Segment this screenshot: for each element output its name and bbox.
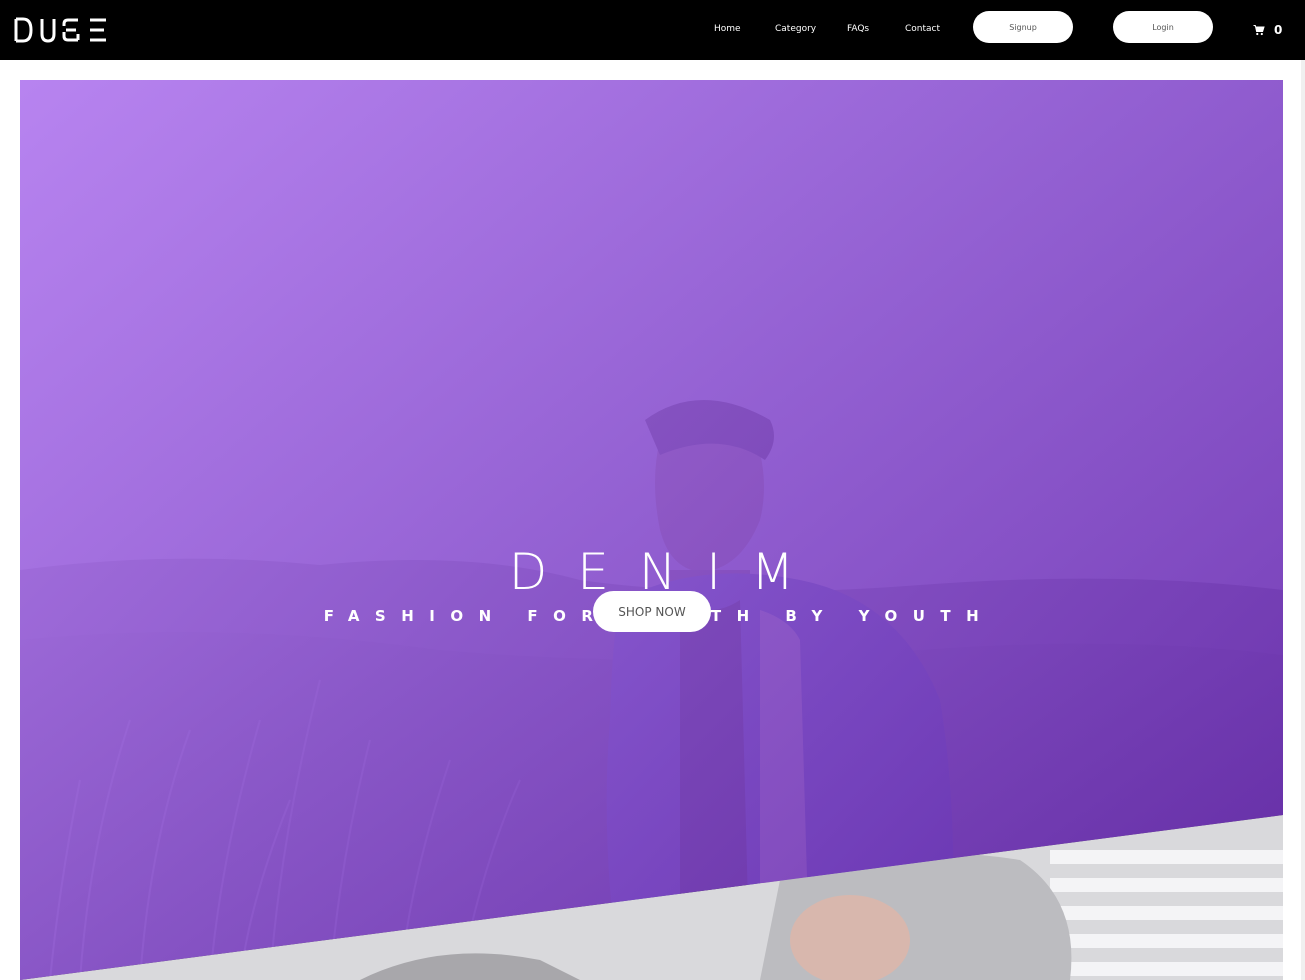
signup-button[interactable]: Signup bbox=[973, 11, 1073, 43]
nav-link-home[interactable]: Home bbox=[714, 22, 741, 36]
login-button[interactable]: Login bbox=[1113, 11, 1213, 43]
hero-banner: DENIM FASHION FOR YOUTH BY YOUTH bbox=[20, 80, 1283, 980]
nav-link-faqs[interactable]: FAQs bbox=[847, 22, 869, 36]
top-navbar: Home Category FAQs Contact Signup Login … bbox=[0, 0, 1305, 60]
duse-logo-mark bbox=[14, 17, 106, 43]
duse-logo[interactable] bbox=[14, 14, 110, 46]
nav-link-contact[interactable]: Contact bbox=[905, 22, 940, 36]
shop-now-button[interactable]: SHOP NOW bbox=[593, 591, 711, 632]
shopping-cart-icon[interactable] bbox=[1253, 23, 1265, 36]
page-scrollbar[interactable] bbox=[1301, 60, 1305, 980]
cart-count-badge: 0 bbox=[1274, 23, 1283, 37]
cart-glyph bbox=[1253, 25, 1265, 36]
nav-link-category[interactable]: Category bbox=[775, 22, 816, 36]
